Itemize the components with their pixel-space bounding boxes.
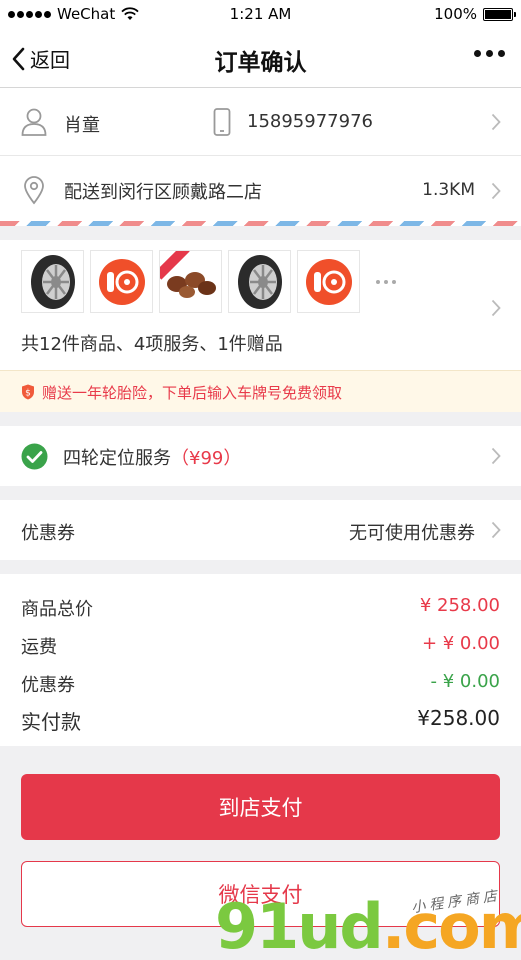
status-right: 100%: [434, 5, 516, 23]
coupon-value: 无可使用优惠券: [349, 523, 475, 544]
store-address: 配送到闵行区顾戴路二店: [64, 182, 262, 203]
tire-icon: [237, 254, 282, 309]
service-label: 四轮定位服务（¥99）: [63, 444, 241, 470]
chevron-right-icon: [491, 299, 501, 317]
coupon-discount-label: 优惠券: [21, 675, 75, 696]
status-bar: WeChat 1:21 AM 100%: [0, 0, 521, 28]
coupon-label: 优惠券: [21, 523, 75, 544]
more-button[interactable]: [474, 50, 505, 57]
battery-icon: [483, 7, 516, 21]
gift-thumbnail: [159, 250, 222, 313]
service-thumbnail: [297, 250, 360, 313]
products-section[interactable]: 共12件商品、4项服务、1件赠品: [0, 240, 521, 370]
address-section: 肖童 15895977976 配送到闵行区顾戴路二店 1.3KM: [0, 88, 521, 226]
paid-value: ¥258.00: [417, 706, 500, 730]
coupon-discount-row: 优惠券 - ¥ 0.00: [21, 671, 500, 697]
contact-phone: 15895977976: [247, 111, 373, 132]
wrench-wheel-icon: [98, 258, 145, 305]
chevron-right-icon: [491, 447, 501, 465]
svg-text:$: $: [25, 389, 31, 399]
actions-area: 到店支付 微信支付: [0, 753, 521, 960]
coupon-row[interactable]: 优惠券 无可使用优惠券: [0, 500, 521, 560]
paid-row: 实付款 ¥258.00: [21, 706, 500, 735]
chevron-right-icon: [491, 182, 501, 200]
pay-at-store-button[interactable]: 到店支付: [21, 774, 500, 840]
chevron-right-icon: [491, 521, 501, 539]
chevron-right-icon: [491, 113, 501, 131]
coupon-discount-value: - ¥ 0.00: [430, 671, 500, 692]
promo-banner: $ 赠送一年轮胎险，下单后输入车牌号免费领取: [0, 370, 521, 412]
nav-bar: 返回 订单确认: [0, 28, 521, 88]
wechat-pay-button[interactable]: 微信支付: [21, 861, 500, 927]
promo-text: 赠送一年轮胎险，下单后输入车牌号免费领取: [42, 384, 343, 402]
service-name: 四轮定位服务: [63, 448, 171, 469]
product-thumbnails: [21, 250, 396, 313]
totals-section: 商品总价 ¥ 258.00 运费 + ¥ 0.00 优惠券 - ¥ 0.00 实…: [0, 574, 521, 746]
service-price: （¥99）: [171, 448, 242, 469]
shield-icon: $: [22, 384, 34, 400]
phone-icon: [213, 108, 231, 136]
more-items-icon: [376, 279, 396, 284]
product-summary: 共12件商品、4项服务、1件赠品: [21, 334, 283, 355]
service-thumbnail: [90, 250, 153, 313]
check-circle-icon[interactable]: [21, 443, 48, 470]
tire-icon: [30, 254, 75, 309]
shipping-row: 运费 + ¥ 0.00: [21, 633, 500, 659]
wrench-wheel-icon: [305, 258, 352, 305]
paid-label: 实付款: [21, 710, 81, 734]
goods-total-label: 商品总价: [21, 599, 93, 620]
contact-row[interactable]: 肖童 15895977976: [0, 88, 521, 156]
goods-total-value: ¥ 258.00: [419, 595, 500, 616]
shipping-value: + ¥ 0.00: [421, 633, 500, 654]
page-title: 订单确认: [214, 50, 307, 76]
person-icon: [21, 108, 47, 136]
store-row[interactable]: 配送到闵行区顾戴路二店 1.3KM: [0, 156, 521, 226]
shipping-label: 运费: [21, 637, 57, 658]
goods-total-row: 商品总价 ¥ 258.00: [21, 595, 500, 621]
tire-thumbnail: [21, 250, 84, 313]
location-pin-icon: [24, 176, 44, 205]
airmail-border: [0, 221, 521, 226]
tire-thumbnail: [228, 250, 291, 313]
battery-label: 100%: [434, 5, 477, 23]
contact-name: 肖童: [64, 115, 100, 136]
store-distance: 1.3KM: [422, 180, 475, 200]
service-row[interactable]: 四轮定位服务（¥99）: [0, 426, 521, 486]
